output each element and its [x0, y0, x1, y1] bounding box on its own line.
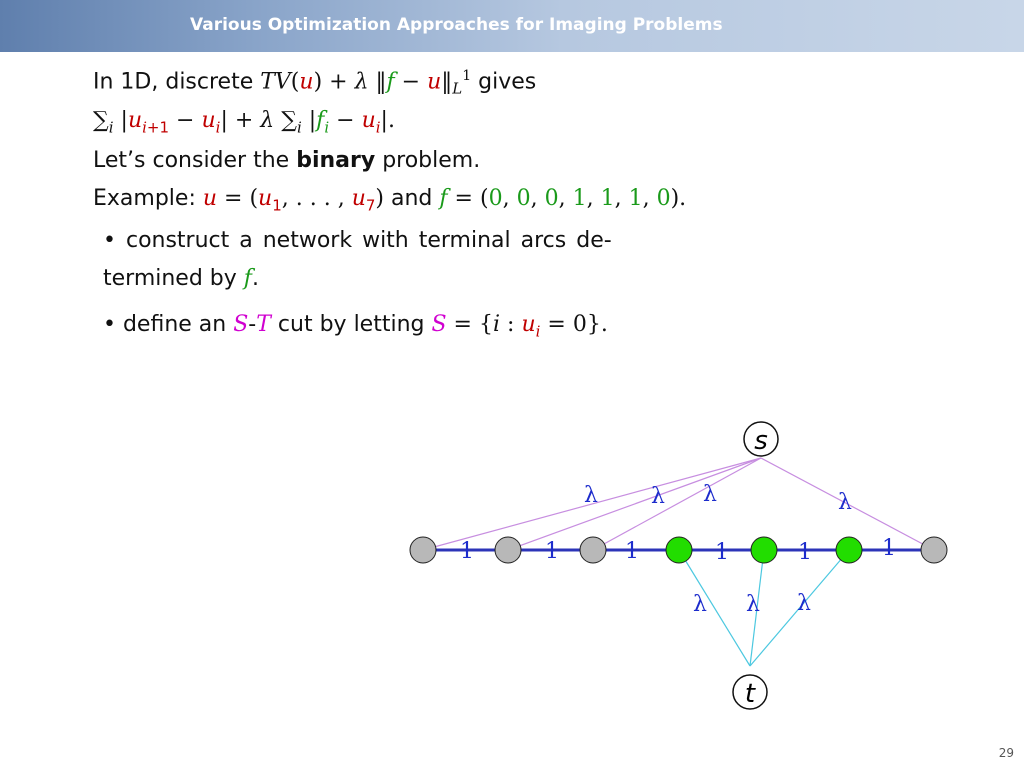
- node-u5: [750, 536, 778, 564]
- chain-weight-4: 1: [715, 540, 729, 565]
- source-node: s: [743, 421, 779, 457]
- node-u4: [665, 536, 693, 564]
- source-lambda-2: λ: [651, 484, 665, 509]
- node-u3: [579, 536, 607, 564]
- chain-weight-3: 1: [625, 539, 639, 564]
- node-u1: [409, 536, 437, 564]
- sink-arc-u4: [678, 549, 751, 667]
- node-u2: [494, 536, 522, 564]
- source-lambda-1: λ: [584, 483, 598, 508]
- sink-lambda-2: λ: [746, 592, 760, 617]
- node-u7: [920, 536, 948, 564]
- chain-weight-6: 1: [882, 536, 896, 561]
- source-arcs: [422, 457, 935, 551]
- source-arc-u2: [507, 457, 762, 551]
- source-label: s: [754, 426, 768, 456]
- source-lambda-4: λ: [838, 490, 852, 515]
- sink-node: t: [732, 674, 768, 710]
- chain-weight-2: 1: [545, 539, 559, 564]
- node-u6: [835, 536, 863, 564]
- sink-label: t: [745, 679, 756, 709]
- page-number: 29: [998, 746, 1014, 760]
- source-arc-u3: [592, 457, 762, 551]
- network-diagram: 1 1 1 1 1 1 λ λ λ λ λ λ λ s t: [409, 421, 948, 710]
- chain-weight-1: 1: [460, 539, 474, 564]
- source-lambda-3: λ: [703, 482, 717, 507]
- sink-lambda-3: λ: [797, 591, 811, 616]
- sink-lambda-1: λ: [693, 592, 707, 617]
- chain-weight-5: 1: [798, 540, 812, 565]
